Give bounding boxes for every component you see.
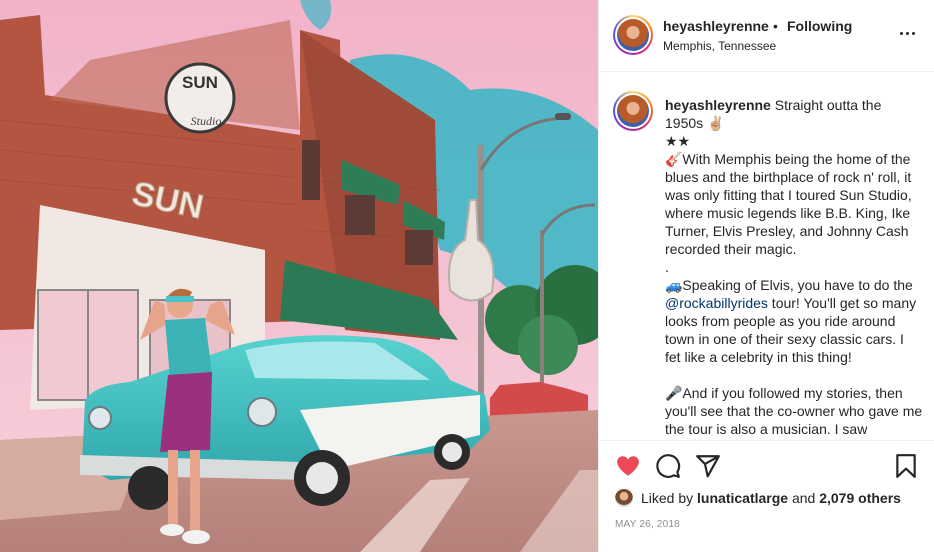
caption-author[interactable]: heyashleyrenne (665, 97, 771, 113)
post-header: heyashleyrenne • Following Memphis, Tenn… (599, 0, 934, 72)
liker-avatar[interactable] (615, 489, 633, 507)
follow-separator: • (773, 18, 778, 34)
heart-icon[interactable] (615, 453, 641, 479)
likes-prefix: Liked by (641, 490, 694, 506)
likes-count[interactable]: 2,079 others (819, 489, 901, 507)
caption-para-2-pre: 🚙Speaking of Elvis, you have to do the (665, 277, 917, 293)
post-sidebar: heyashleyrenne • Following Memphis, Tenn… (598, 0, 934, 552)
caption-sep-1: . (665, 259, 669, 275)
round-sign-bottom: Studio (191, 114, 222, 128)
caption-para-1: 🎸With Memphis being the home of the blue… (665, 151, 916, 257)
caption-line-2: ★★ (665, 133, 691, 149)
round-sign-top: SUN (182, 73, 218, 92)
caption-para-3: 🎤And if you followed my stories, then yo… (665, 385, 927, 437)
mention-link[interactable]: @rockabillyrides (665, 295, 768, 311)
liker-username[interactable]: lunaticatlarge (697, 489, 788, 507)
caption-text: heyashleyrenne Straight outta the 1950s … (665, 96, 923, 438)
caption-area[interactable]: heyashleyrenne Straight outta the 1950s … (599, 73, 934, 440)
following-button[interactable]: Following (787, 18, 852, 34)
post-actions: Liked by lunaticatlarge and 2,079 others… (599, 440, 934, 552)
share-icon[interactable] (695, 453, 721, 479)
comment-icon[interactable] (655, 453, 681, 479)
post-location[interactable]: Memphis, Tennessee (663, 39, 776, 53)
post-date[interactable]: MAY 26, 2018 (615, 519, 680, 530)
sun-studio-photo: SUN Studio SUN (0, 0, 598, 552)
caption-avatar[interactable] (613, 91, 653, 131)
bookmark-icon[interactable] (893, 453, 919, 479)
author-username[interactable]: heyashleyrenne (663, 18, 769, 34)
likes-and: and (791, 490, 816, 506)
post-photo[interactable]: SUN Studio SUN (0, 0, 598, 552)
likes-summary: Liked by lunaticatlarge and 2,079 others (615, 489, 901, 507)
more-options-icon[interactable] (898, 26, 918, 42)
author-avatar[interactable] (613, 15, 653, 55)
